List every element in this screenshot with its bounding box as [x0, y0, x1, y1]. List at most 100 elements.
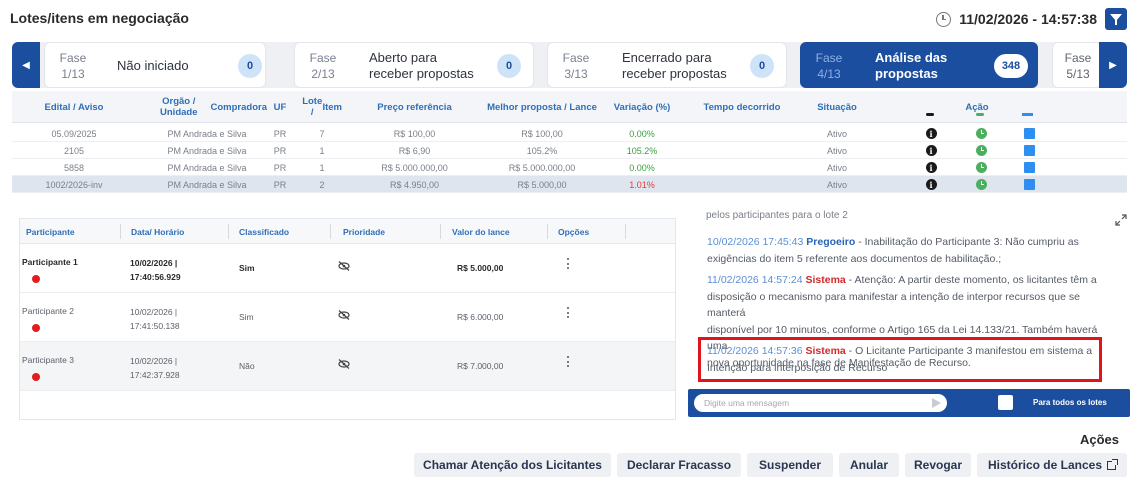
kebab-icon[interactable]	[567, 258, 571, 272]
square-icon[interactable]	[1022, 176, 1036, 193]
col-situacao[interactable]: Situação	[797, 91, 877, 123]
participant-date: 10/02/2026 |	[130, 258, 178, 268]
cell-melhor: R$ 100,00	[521, 128, 563, 139]
actions-title: Ações	[1079, 432, 1119, 447]
bid-history-button[interactable]: Histórico de Lances	[977, 453, 1127, 477]
kebab-icon[interactable]	[567, 307, 571, 321]
declare-failure-button[interactable]: Declarar Fracasso	[617, 453, 741, 477]
bid-history-label: Histórico de Lances	[987, 458, 1103, 472]
col-prioridade[interactable]: Prioridade	[343, 219, 385, 244]
cell-edital: 5858	[63, 162, 85, 173]
info-icon[interactable]: i	[924, 125, 938, 142]
cell-lote: 2	[319, 179, 325, 190]
timer-icon[interactable]	[974, 159, 988, 176]
col-melhor[interactable]: Melhor proposta / Lance	[477, 91, 607, 123]
participant-classificado: Sim	[239, 312, 254, 322]
timer-icon[interactable]	[974, 125, 988, 142]
info-icon[interactable]: i	[924, 142, 938, 159]
participant-valor: R$ 5.000,00	[457, 263, 504, 273]
phase-card-5[interactable]: Fase 5/13	[1052, 42, 1102, 88]
participant-valor: R$ 6.000,00	[457, 312, 504, 322]
col-lote[interactable]: Lote / Item	[302, 91, 342, 123]
suspend-button[interactable]: Suspender	[747, 453, 833, 477]
cell-preco: R$ 4.950,00	[389, 179, 440, 190]
cell-melhor: R$ 5.000.000,00	[508, 162, 576, 173]
timer-icon[interactable]	[974, 142, 988, 159]
square-icon[interactable]	[1022, 159, 1036, 176]
square-icon[interactable]	[1022, 142, 1036, 159]
chat-message-author: Pregoeiro	[806, 236, 856, 248]
cell-variacao: 105.2%	[626, 145, 658, 156]
info-icon[interactable]: i	[924, 176, 938, 193]
participant-row[interactable]: Participante 3 10/02/2026 | 17:42:37.928 …	[20, 342, 675, 391]
annul-button[interactable]: Anular	[839, 453, 899, 477]
phase-number: Fase 1/13	[53, 50, 93, 82]
chat-message-text-cont: disposição o mecanismo para manifestar a…	[707, 290, 1080, 320]
cell-edital: 1002/2026-inv	[45, 179, 103, 190]
phase-card-4-active[interactable]: Fase 4/13 Análise das propostas 348	[800, 42, 1038, 88]
phase-index: 4/13	[817, 67, 841, 81]
col-acao: Ação	[965, 101, 989, 113]
cell-uf: PR	[273, 128, 287, 139]
col-orgao[interactable]: Orgão / Unidade Compradora	[147, 91, 267, 123]
cell-orgao: PM Andrada e Silva	[167, 162, 247, 173]
cell-melhor: 105.2%	[526, 145, 558, 156]
cell-lote: 1	[319, 145, 325, 156]
lot-row[interactable]: 5858 PM Andrada e Silva PR 1 R$ 5.000.00…	[12, 159, 1127, 176]
phase-prev-button[interactable]: ◀	[12, 42, 40, 88]
phase-number: Fase 2/13	[303, 50, 343, 82]
cell-preco: R$ 100,00	[393, 128, 436, 139]
col-tempo[interactable]: Tempo decorrido	[692, 91, 792, 123]
col-lote-line1: Lote /	[302, 96, 323, 118]
lot-row[interactable]: 05.09/2025 PM Andrada e Silva PR 7 R$ 10…	[12, 125, 1127, 142]
lot-row[interactable]: 2105 PM Andrada e Silva PR 1 R$ 6,90 105…	[12, 142, 1127, 159]
participant-row[interactable]: Participante 2 10/02/2026 | 17:41:50.138 …	[20, 293, 675, 342]
call-attention-button[interactable]: Chamar Atenção dos Licitantes	[414, 453, 611, 477]
filter-icon[interactable]	[1105, 8, 1127, 30]
phase-card-3[interactable]: Fase 3/13 Encerrado para receber propostas…	[547, 42, 787, 88]
phase-label-fase: Fase	[815, 51, 843, 65]
square-icon[interactable]	[1022, 125, 1036, 142]
phase-name-line1: Aberto para	[369, 50, 437, 65]
col-variacao[interactable]: Variação (%)	[602, 91, 682, 123]
col-data-horario[interactable]: Data/ Horário	[131, 219, 184, 244]
cell-orgao: PM Andrada e Silva	[167, 128, 247, 139]
phase-index: 5/13	[1066, 67, 1090, 81]
phase-label-fase: Fase	[309, 51, 337, 65]
phase-card-2[interactable]: Fase 2/13 Aberto para receber propostas 0	[294, 42, 534, 88]
phase-next-button[interactable]: ▶	[1099, 42, 1127, 88]
chat-message-input[interactable]	[694, 394, 947, 412]
phase-card-1[interactable]: Fase 1/13 Não iniciado 0	[44, 42, 266, 88]
kebab-icon[interactable]	[567, 356, 571, 370]
eye-slash-icon[interactable]	[338, 359, 350, 369]
info-icon[interactable]: i	[924, 159, 938, 176]
col-orgao-line1: Orgão / Unidade	[160, 96, 198, 118]
send-icon[interactable]	[932, 398, 941, 408]
eye-slash-icon[interactable]	[338, 261, 350, 271]
col-valor-lance[interactable]: Valor do lance	[452, 219, 510, 244]
revoke-button[interactable]: Revogar	[905, 453, 971, 477]
col-preco[interactable]: Preço referência	[357, 91, 472, 123]
eye-slash-icon[interactable]	[338, 310, 350, 320]
timer-icon[interactable]	[974, 176, 988, 193]
col-participante[interactable]: Participante	[26, 219, 75, 244]
lot-row-selected[interactable]: 1002/2026-inv PM Andrada e Silva PR 2 R$…	[12, 176, 1127, 193]
participant-time: 17:42:37.928	[130, 370, 180, 380]
col-edital[interactable]: Edital / Aviso	[24, 91, 124, 123]
phase-count-badge: 0	[238, 54, 262, 78]
col-uf[interactable]: UF	[267, 91, 293, 123]
col-classificado[interactable]: Classificado	[239, 219, 289, 244]
cell-uf: PR	[273, 145, 287, 156]
participant-row[interactable]: Participante 1 10/02/2026 | 17:40:56.929 …	[20, 244, 675, 293]
phase-bar: ◀ Fase 1/13 Não iniciado 0 Fase 2/13 Abert…	[12, 42, 1127, 88]
expand-icon[interactable]	[1115, 214, 1127, 226]
participant-date: 10/02/2026 |	[130, 356, 178, 366]
participant-date: 10/02/2026 |	[130, 307, 178, 317]
chat-message-text-cont: exigências do item 5 referente aos docum…	[707, 252, 1002, 265]
all-lots-checkbox[interactable]	[998, 395, 1013, 410]
cell-situacao: Ativo	[826, 179, 847, 190]
lots-table: Edital / Aviso Orgão / Unidade Compradora…	[12, 91, 1127, 193]
participant-name: Participante 3	[22, 355, 74, 365]
chat-message-text: - Inabilitação do Participante 3: Não cu…	[855, 236, 1079, 248]
participant-time: 17:41:50.138	[130, 321, 180, 331]
